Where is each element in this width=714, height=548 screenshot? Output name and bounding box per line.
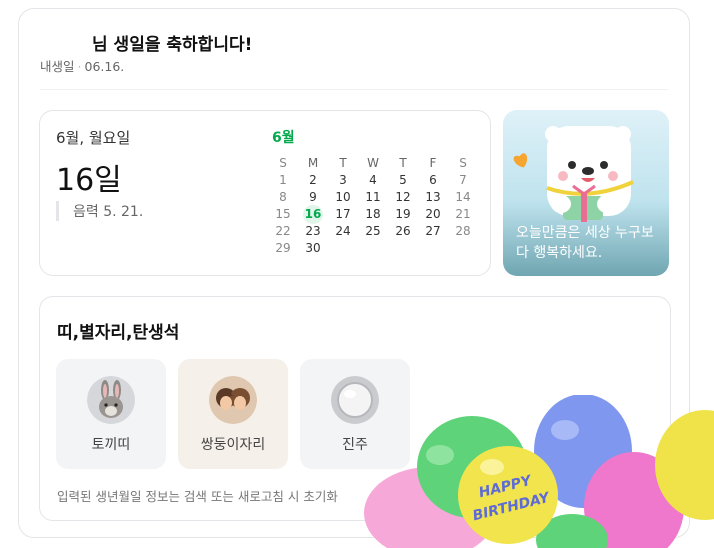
- calendar-day: [448, 240, 478, 257]
- birthday-title: 님 생일을 축하합니다!: [92, 35, 253, 55]
- lunar-date: 음력 5. 21.: [56, 201, 143, 221]
- weekday-header: T: [339, 156, 347, 170]
- calendar-day[interactable]: 8: [268, 189, 298, 206]
- calendar-day: [388, 240, 418, 257]
- zodiac-item-gemini[interactable]: 쌍둥이자리: [178, 359, 288, 469]
- separator-dot: ·: [77, 59, 82, 74]
- rabbit-icon: [87, 376, 135, 424]
- calendar-day[interactable]: 23: [298, 223, 328, 240]
- birthday-balloons-decoration: HAPPY BIRTHDAY: [360, 394, 714, 548]
- calendar-grid: S M T W T F S 1 2 3 4 5 6 7 8 9 10 11 12 13 14 15 16 17 18 19 20 21…: [268, 155, 478, 257]
- divider: [40, 89, 668, 90]
- calendar-day[interactable]: 27: [418, 223, 448, 240]
- zodiac-label: 토끼띠: [91, 437, 131, 453]
- calendar-day[interactable]: 30: [298, 240, 328, 257]
- weekday-header: F: [429, 156, 437, 170]
- calendar-day[interactable]: 18: [358, 206, 388, 223]
- calendar-day[interactable]: 13: [418, 189, 448, 206]
- birthday-promo-banner[interactable]: 오늘만큼은 세상 누구보다 행복하세요.: [503, 110, 669, 276]
- calendar-day[interactable]: 28: [448, 223, 478, 240]
- mini-calendar-month: 6월: [272, 130, 295, 146]
- month-weekday-header: 6월, 월요일: [56, 129, 131, 147]
- day-number: 16일: [56, 163, 122, 198]
- calendar-day[interactable]: 22: [268, 223, 298, 240]
- zodiac-item-rabbit[interactable]: 토끼띠: [56, 359, 166, 469]
- calendar-day[interactable]: 9: [298, 189, 328, 206]
- calendar-day[interactable]: 26: [388, 223, 418, 240]
- mini-calendar: 6월 S M T W T F S 1 2 3 4 5 6 7 8 9 10 11 12 13 14 15 16 17 18 19 2…: [268, 127, 478, 257]
- calendar-day[interactable]: 21: [448, 206, 478, 223]
- weekday-header: S: [279, 156, 287, 170]
- calendar-day[interactable]: 6: [418, 172, 448, 189]
- calendar-day-today[interactable]: 16: [298, 205, 328, 224]
- weekday-header: M: [307, 156, 319, 170]
- calendar-day[interactable]: 29: [268, 240, 298, 257]
- zodiac-info-note: 입력된 생년월일 정보는 검색 또는 새로고침 시 초기화: [57, 489, 338, 504]
- calendar-day: [328, 240, 358, 257]
- calendar-day[interactable]: 5: [388, 172, 418, 189]
- calendar-day: [358, 240, 388, 257]
- gemini-twins-icon: [209, 376, 257, 424]
- calendar-day[interactable]: 3: [328, 172, 358, 189]
- weekday-header: T: [399, 156, 407, 170]
- calendar-day[interactable]: 25: [358, 223, 388, 240]
- weekday-header: W: [367, 156, 379, 170]
- birthday-date: 06.16.: [84, 59, 125, 74]
- calendar-day[interactable]: 7: [448, 172, 478, 189]
- balloons-icon: HAPPY BIRTHDAY: [364, 394, 714, 548]
- calendar-day[interactable]: 14: [448, 189, 478, 206]
- calendar-day[interactable]: 15: [268, 206, 298, 223]
- calendar-day[interactable]: 4: [358, 172, 388, 189]
- weekday-header: S: [459, 156, 467, 170]
- calendar-day[interactable]: 19: [388, 206, 418, 223]
- zodiac-label: 쌍둥이자리: [200, 437, 266, 453]
- promo-message: 오늘만큼은 세상 누구보다 행복하세요.: [516, 225, 654, 261]
- calendar-day[interactable]: 20: [418, 206, 448, 223]
- calendar-day[interactable]: 1: [268, 172, 298, 189]
- calendar-day[interactable]: 24: [328, 223, 358, 240]
- zodiac-title: 띠,별자리,탄생석: [57, 323, 180, 343]
- birthday-label: 내생일: [40, 59, 75, 74]
- calendar-day[interactable]: 17: [328, 206, 358, 223]
- calendar-day[interactable]: 12: [388, 189, 418, 206]
- calendar-day[interactable]: 11: [358, 189, 388, 206]
- calendar-day: [418, 240, 448, 257]
- calendar-day[interactable]: 10: [328, 189, 358, 206]
- calendar-panel: 6월, 월요일 16일 음력 5. 21. 6월 SMTWTFS12345678…: [39, 110, 491, 276]
- calendar-day[interactable]: 2: [298, 172, 328, 189]
- birthday-date-line: 내생일 · 06.16.: [40, 56, 124, 75]
